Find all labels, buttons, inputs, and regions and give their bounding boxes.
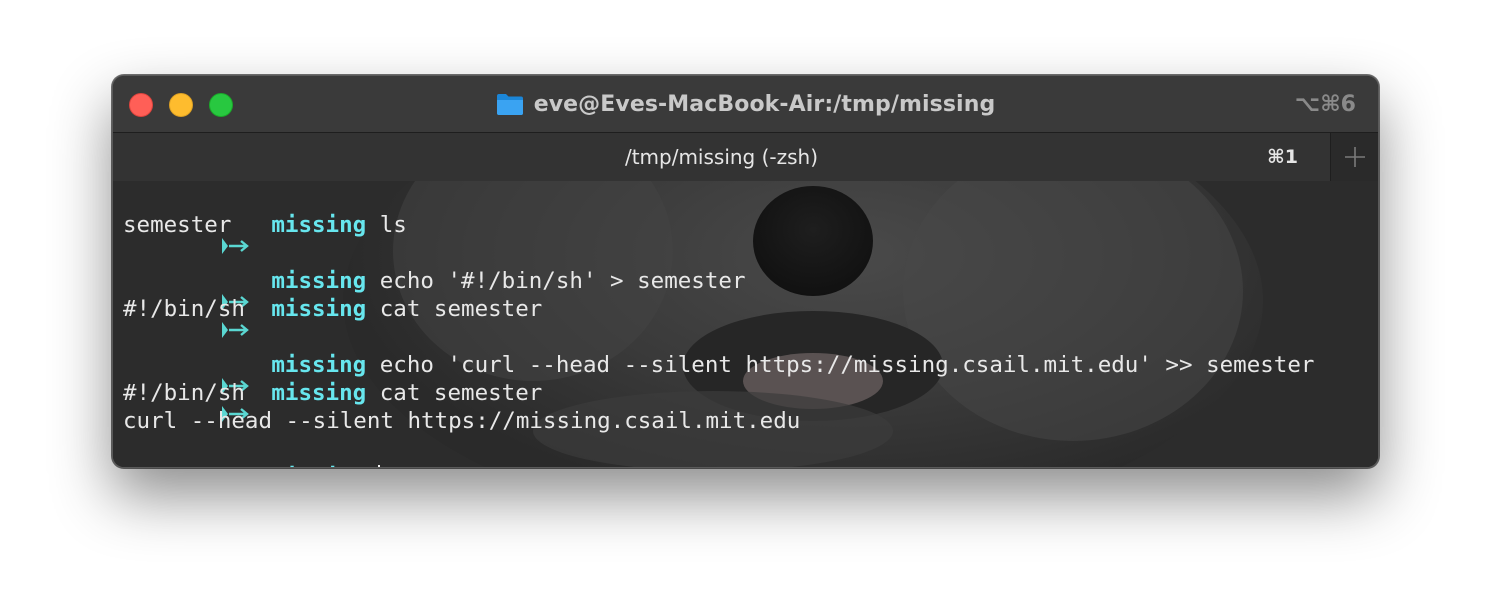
terminal-window: eve@Eves-MacBook-Air:/tmp/missing ⌥⌘6 /t… [112, 75, 1379, 468]
folder-icon [496, 94, 523, 115]
title-bar[interactable]: eve@Eves-MacBook-Air:/tmp/missing ⌥⌘6 [113, 76, 1378, 132]
prompt-line: missing echo '#!/bin/sh' > semester [113, 239, 1378, 310]
tab-shortcut: ⌘1 [1267, 146, 1298, 168]
output-line: #!/bin/sh [113, 379, 1378, 407]
output-text: #!/bin/sh [123, 380, 245, 406]
window-title-container: eve@Eves-MacBook-Air:/tmp/missing [113, 76, 1378, 132]
prompt-line: missing [113, 435, 1378, 467]
prompt-line: missing echo 'curl --head --silent https… [113, 323, 1378, 394]
prompt-line: missing ls [113, 183, 1378, 254]
window-title: eve@Eves-MacBook-Air:/tmp/missing [533, 91, 996, 117]
output-line: #!/bin/sh [113, 295, 1378, 323]
output-text: semester [123, 212, 232, 238]
output-text: curl --head --silent https://missing.csa… [123, 408, 801, 434]
output-text: #!/bin/sh [123, 296, 245, 322]
prompt-line: missing cat semester [113, 267, 1378, 338]
window-shortcut: ⌥⌘6 [1294, 91, 1356, 117]
terminal-content[interactable]: missing ls semester missing echo '#!/bin… [113, 181, 1378, 467]
prompt-dir: missing [271, 464, 366, 467]
new-tab-button[interactable] [1330, 133, 1378, 181]
tab-zsh[interactable]: /tmp/missing (-zsh) ⌘1 [113, 133, 1330, 181]
output-line: curl --head --silent https://missing.csa… [113, 407, 1378, 435]
prompt-line: missing cat semester [113, 351, 1378, 422]
text-cursor [378, 464, 381, 467]
plus-icon [1344, 147, 1365, 167]
terminal-lines: missing ls semester missing echo '#!/bin… [113, 183, 1378, 467]
tab-label: /tmp/missing (-zsh) [624, 145, 819, 169]
output-line: semester [113, 211, 1378, 239]
tab-bar: /tmp/missing (-zsh) ⌘1 [113, 132, 1378, 182]
